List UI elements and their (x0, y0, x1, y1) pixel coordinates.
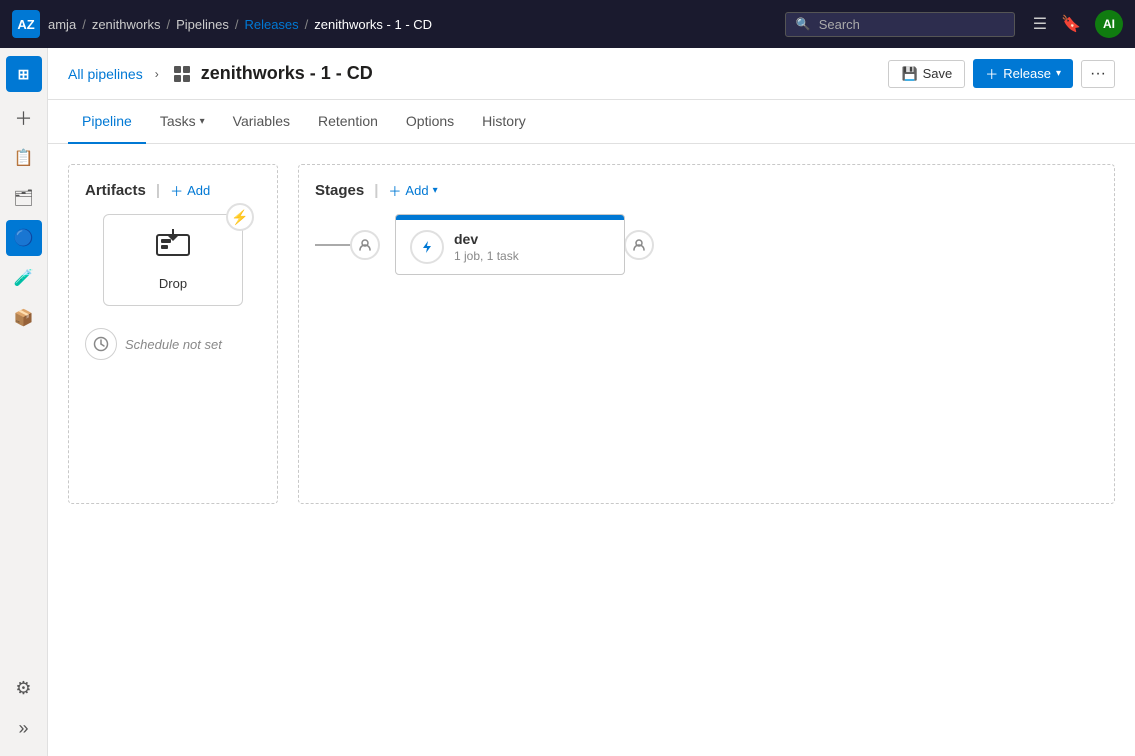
tab-tasks[interactable]: Tasks ▾ (146, 100, 219, 144)
stage-card-body: dev 1 job, 1 task (396, 220, 624, 274)
list-icon[interactable]: ☰ (1033, 14, 1047, 34)
artifact-drop-label: Drop (159, 276, 187, 291)
tab-options[interactable]: Options (392, 100, 468, 144)
artifacts-label: Artifacts (85, 182, 146, 199)
search-placeholder: Search (819, 17, 860, 32)
artifacts-header: Artifacts | ＋ Add (85, 181, 261, 200)
release-chevron-icon: ▾ (1056, 68, 1061, 79)
azure-logo: AZ (12, 10, 40, 38)
settings-icon: ⚙ (15, 678, 31, 699)
sep3: / (235, 17, 239, 32)
more-button[interactable]: ··· (1081, 60, 1115, 88)
save-button[interactable]: 💾 Save (888, 60, 965, 88)
tab-variables[interactable]: Variables (219, 100, 304, 144)
tab-pipeline[interactable]: Pipeline (68, 100, 146, 144)
artifact-badge-icon: ⚡ (231, 209, 248, 226)
add-stage-button[interactable]: ＋ Add ▾ (388, 181, 437, 200)
artifact-card[interactable]: ⚡ Drop (103, 214, 243, 306)
all-pipelines-link[interactable]: All pipelines (68, 66, 143, 82)
add-stage-chevron-icon: ▾ (433, 185, 438, 196)
content: All pipelines › zenithworks - 1 - CD 💾 S… (48, 48, 1135, 756)
pre-approval-icon[interactable] (350, 230, 380, 260)
breadcrumb-releases[interactable]: Releases (244, 17, 298, 32)
pipeline-header: All pipelines › zenithworks - 1 - CD 💾 S… (48, 48, 1135, 100)
tabs: Pipeline Tasks ▾ Variables Retention Opt… (48, 100, 1135, 144)
breadcrumb-amja[interactable]: amja (48, 17, 76, 32)
tab-history[interactable]: History (468, 100, 540, 144)
sidebar-item-add[interactable]: ＋ (6, 100, 42, 136)
sep1: / (82, 17, 86, 32)
main-layout: ⊞ ＋ 📋 🗂 🔵 🧪 📦 ⚙ » (0, 48, 1135, 756)
sidebar: ⊞ ＋ 📋 🗂 🔵 🧪 📦 ⚙ » (0, 48, 48, 756)
artifacts-box: Artifacts | ＋ Add ⚡ (68, 164, 278, 504)
schedule-row[interactable]: Schedule not set (85, 328, 261, 360)
boards-icon: 📋 (14, 148, 34, 168)
tasks-chevron-icon: ▾ (200, 116, 205, 127)
stage-info: dev 1 job, 1 task (454, 231, 610, 263)
release-button[interactable]: ＋ Release ▾ (973, 59, 1073, 88)
sidebar-item-repos[interactable]: 🗂 (6, 180, 42, 216)
stage-meta: 1 job, 1 task (454, 249, 610, 263)
breadcrumb-pipelines[interactable]: Pipelines (176, 17, 229, 32)
artifact-drop-icon (155, 229, 191, 268)
stages-header: Stages | ＋ Add ▾ (315, 181, 1098, 200)
add-icon: ＋ (15, 105, 33, 131)
azure-devops-icon: ⊞ (18, 66, 30, 83)
repos-icon: 🗂 (13, 188, 33, 208)
topbar: AZ amja / zenithworks / Pipelines / Rele… (0, 0, 1135, 48)
stages-divider: | (374, 182, 378, 199)
sidebar-item-testplans[interactable]: 🧪 (6, 260, 42, 296)
tab-retention[interactable]: Retention (304, 100, 392, 144)
sidebar-item-boards[interactable]: 📋 (6, 140, 42, 176)
pipeline-header-actions: 💾 Save ＋ Release ▾ ··· (888, 59, 1115, 88)
add-stage-plus-icon: ＋ (388, 181, 401, 200)
pipeline-title-area: zenithworks - 1 - CD (171, 63, 373, 85)
pipeline-type-icon (171, 63, 193, 85)
stage-card-wrapper: dev 1 job, 1 task (315, 214, 1098, 275)
breadcrumb-zenithworks[interactable]: zenithworks (92, 17, 161, 32)
topbar-actions: ☰ 🔖 AI (1033, 10, 1123, 38)
schedule-icon (85, 328, 117, 360)
breadcrumb: amja / zenithworks / Pipelines / Release… (48, 17, 777, 32)
sidebar-item-artifacts[interactable]: 📦 (6, 300, 42, 336)
schedule-text: Schedule not set (125, 337, 222, 352)
search-icon: 🔍 (796, 17, 811, 31)
artifact-badge: ⚡ (226, 203, 254, 231)
stages-label: Stages (315, 182, 364, 199)
post-approval-icon[interactable] (624, 230, 654, 260)
stage-lightning-icon (410, 230, 444, 264)
sidebar-item-settings[interactable]: ⚙ (6, 670, 42, 706)
header-chevron: › (155, 67, 159, 81)
artifacts-sidebar-icon: 📦 (14, 308, 34, 328)
sidebar-item-pipelines[interactable]: 🔵 (6, 220, 42, 256)
search-bar[interactable]: 🔍 Search (785, 12, 1015, 37)
expand-icon: » (18, 718, 28, 739)
sidebar-item-azure[interactable]: ⊞ (6, 56, 42, 92)
plus-icon: ＋ (985, 64, 998, 83)
pipelines-icon: 🔵 (14, 228, 34, 248)
sep2: / (166, 17, 170, 32)
stage-name: dev (454, 231, 610, 247)
stages-box: Stages | ＋ Add ▾ (298, 164, 1115, 504)
breadcrumb-current: zenithworks - 1 - CD (314, 17, 432, 32)
pipeline-title: zenithworks - 1 - CD (201, 63, 373, 84)
save-icon: 💾 (901, 66, 917, 82)
bookmark-icon[interactable]: 🔖 (1061, 14, 1081, 34)
sidebar-bottom: ⚙ » (6, 670, 42, 746)
pipeline-canvas: Artifacts | ＋ Add ⚡ (48, 144, 1135, 756)
sep4: / (305, 17, 309, 32)
stage-card-dev[interactable]: dev 1 job, 1 task (395, 214, 625, 275)
add-artifact-plus-icon: ＋ (170, 181, 183, 200)
divider: | (156, 182, 160, 199)
sidebar-item-expand[interactable]: » (6, 710, 42, 746)
testplans-icon: 🧪 (14, 268, 34, 288)
avatar[interactable]: AI (1095, 10, 1123, 38)
add-artifact-button[interactable]: ＋ Add (170, 181, 210, 200)
